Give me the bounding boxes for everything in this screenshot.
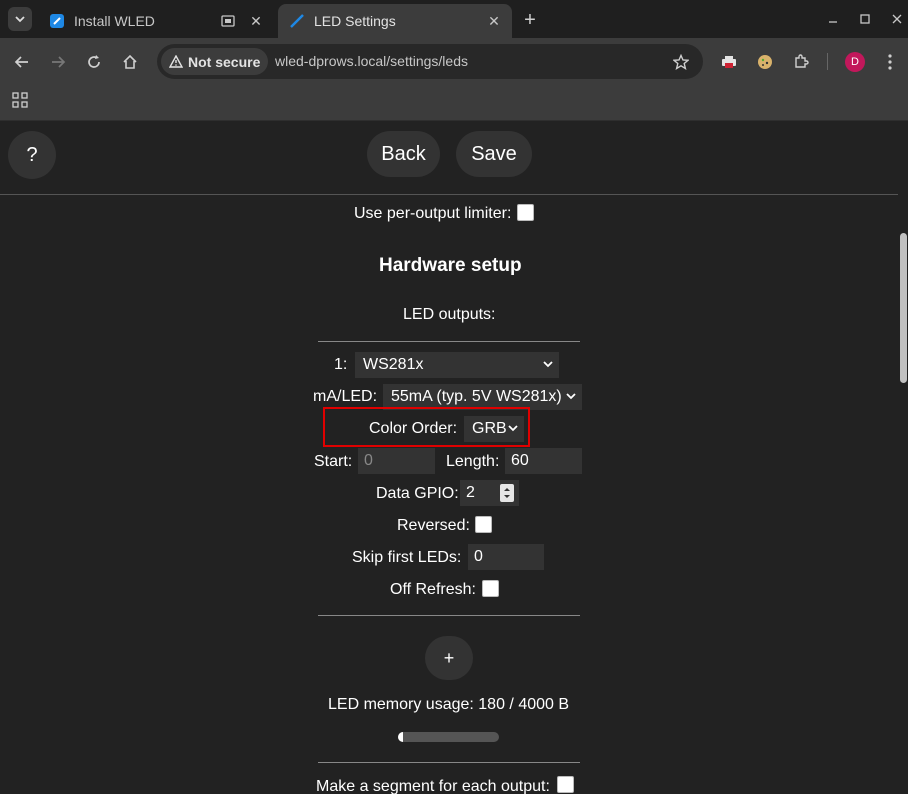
tab-install-wled[interactable]: Install WLED ✕: [38, 4, 274, 38]
data-gpio-label: Data GPIO:: [376, 485, 459, 502]
segment-per-output-label: Make a segment for each output:: [316, 778, 550, 794]
led-outputs-label: LED outputs:: [403, 306, 496, 323]
maximize-icon[interactable]: [854, 9, 876, 29]
ma-per-led-value: 55mA (typ. 5V WS281x): [391, 388, 562, 405]
security-label: Not secure: [188, 53, 261, 70]
led-memory-progress-fill: [398, 732, 403, 742]
chevron-down-icon: [566, 393, 576, 400]
chevron-down-icon: [508, 425, 518, 432]
ma-per-led-label: mA/LED:: [313, 388, 378, 405]
led-memory-progress-bar: [398, 732, 499, 742]
profile-avatar[interactable]: D: [845, 52, 865, 72]
help-button[interactable]: ?: [8, 131, 56, 179]
window-close-icon[interactable]: [886, 9, 908, 29]
tab-search-button[interactable]: [8, 7, 32, 31]
cookie-extension-icon[interactable]: [755, 52, 775, 72]
per-output-limiter-label: Use per-output limiter:: [354, 205, 512, 222]
back-arrow-icon[interactable]: [10, 50, 34, 74]
reload-icon[interactable]: [82, 50, 106, 74]
url-text[interactable]: wled-dprows.local/settings/leds: [275, 53, 468, 69]
hardware-setup-heading: Hardware setup: [379, 255, 522, 276]
reversed-checkbox[interactable]: [475, 516, 492, 533]
page-scrollbar[interactable]: [898, 121, 908, 794]
divider: [318, 341, 580, 342]
minimize-icon[interactable]: [822, 9, 844, 29]
chevron-down-icon: [543, 361, 553, 368]
page-viewport: ? Back Save Use per-output limiter: Hard…: [0, 121, 908, 794]
off-refresh-checkbox[interactable]: [482, 580, 499, 597]
start-input[interactable]: 0: [358, 448, 435, 474]
color-order-label: Color Order:: [369, 420, 458, 437]
length-label: Length:: [446, 453, 500, 470]
spinner-arrows-icon[interactable]: [500, 484, 514, 502]
home-icon[interactable]: [118, 50, 142, 74]
save-button[interactable]: Save: [456, 131, 532, 177]
add-output-button[interactable]: +: [425, 636, 473, 680]
address-bar[interactable]: Not secure wled-dprows.local/settings/le…: [157, 44, 703, 79]
color-order-select[interactable]: GRB: [464, 416, 524, 442]
scrollbar-thumb[interactable]: [900, 233, 907, 383]
segment-per-output-checkbox[interactable]: [557, 776, 574, 793]
tab-led-settings[interactable]: LED Settings ✕: [278, 4, 512, 38]
bookmarks-bar: [0, 85, 908, 121]
skip-first-leds-label: Skip first LEDs:: [352, 549, 462, 566]
reversed-label: Reversed:: [397, 517, 470, 534]
per-output-limiter-checkbox[interactable]: [517, 204, 534, 221]
settings-header: ? Back Save: [0, 121, 898, 195]
forward-arrow-icon[interactable]: [46, 50, 70, 74]
tab-media-icon: [220, 13, 236, 29]
wled-favicon-icon: [289, 13, 305, 29]
tab-close-icon[interactable]: ✕: [484, 11, 504, 31]
led-type-value: WS281x: [363, 356, 424, 373]
toolbar-divider: [827, 53, 828, 70]
tab-close-icon[interactable]: ✕: [246, 11, 266, 31]
warning-icon: [169, 55, 183, 68]
divider: [318, 615, 580, 616]
browser-tab-bar: Install WLED ✕ LED Settings ✕ +: [0, 0, 908, 38]
tab-title: Install WLED: [74, 13, 155, 29]
printer-extension-icon[interactable]: [719, 52, 739, 72]
new-tab-button[interactable]: +: [519, 9, 541, 31]
led-type-select[interactable]: WS281x: [355, 352, 559, 378]
color-order-value: GRB: [472, 420, 507, 437]
output-index-label: 1:: [334, 356, 348, 373]
security-chip[interactable]: Not secure: [161, 48, 269, 75]
browser-toolbar: Not secure wled-dprows.local/settings/le…: [0, 38, 908, 85]
length-input[interactable]: 60: [505, 448, 582, 474]
wled-favicon-icon: [49, 13, 65, 29]
data-gpio-value: 2: [466, 484, 475, 501]
extensions-puzzle-icon[interactable]: [791, 52, 811, 72]
start-label: Start:: [314, 453, 353, 470]
bookmark-star-icon[interactable]: [671, 52, 691, 72]
back-button[interactable]: Back: [367, 131, 440, 177]
tab-title: LED Settings: [314, 13, 396, 29]
apps-grid-icon[interactable]: [11, 91, 29, 109]
led-memory-usage-label: LED memory usage: 180 / 4000 B: [328, 696, 570, 713]
chevron-down-icon: [15, 16, 25, 23]
skip-first-leds-input[interactable]: 0: [468, 544, 544, 570]
kebab-menu-icon[interactable]: [880, 52, 900, 72]
off-refresh-label: Off Refresh:: [390, 581, 476, 598]
data-gpio-input[interactable]: 2: [460, 480, 519, 506]
divider: [318, 762, 580, 763]
